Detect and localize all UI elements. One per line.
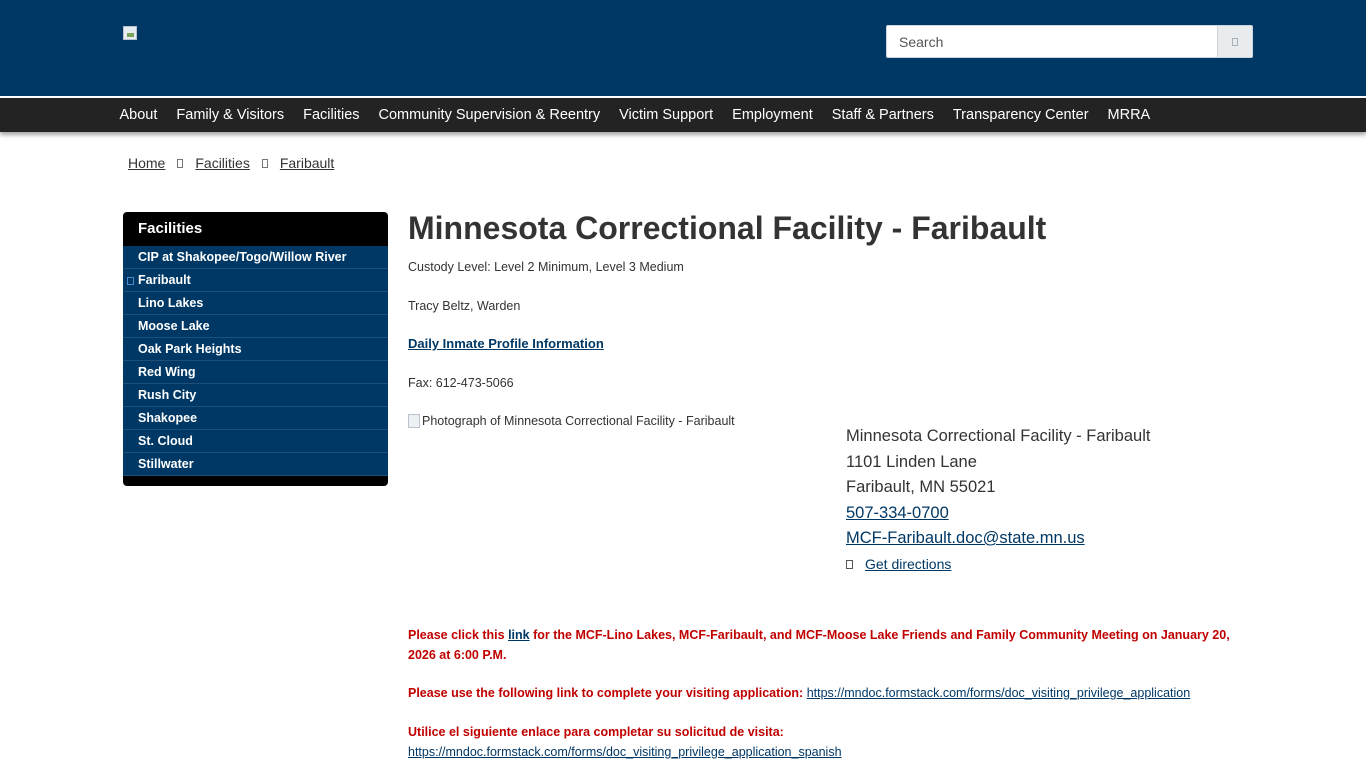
sidebar-item-lino-lakes[interactable]: Lino Lakes (123, 292, 388, 315)
directions-row: Get directions (846, 552, 1150, 578)
visiting-application-notice: Please use the following link to complet… (408, 683, 1248, 703)
facility-address: Minnesota Correctional Facility - Fariba… (846, 424, 1150, 577)
breadcrumb-facilities[interactable]: Facilities (195, 155, 249, 171)
warden-name: Tracy Beltz, Warden (408, 299, 521, 313)
visiting-application-link[interactable]: https://mndoc.formstack.com/forms/doc_vi… (807, 686, 1191, 700)
nav-item-mrra[interactable]: MRRA (1098, 98, 1160, 132)
meeting-notice: Please click this link for the MCF-Lino … (408, 625, 1248, 665)
breadcrumb-home[interactable]: Home (128, 155, 165, 171)
sidebar-item-oak-park-heights[interactable]: Oak Park Heights (123, 338, 388, 361)
nav-item-community-supervision[interactable]: Community Supervision & Reentry (369, 98, 610, 132)
sidebar-item-shakopee[interactable]: Shakopee (123, 407, 388, 430)
sidebar-item-red-wing[interactable]: Red Wing (123, 361, 388, 384)
fax-number: Fax: 612-473-5066 (408, 376, 514, 390)
search-input[interactable] (886, 25, 1218, 58)
profile-link-paragraph: Daily Inmate Profile Information (408, 336, 604, 351)
spanish-application-link[interactable]: https://mndoc.formstack.com/forms/doc_vi… (408, 745, 842, 759)
nav-item-about[interactable]: About (110, 98, 167, 132)
nav-item-facilities[interactable]: Facilities (294, 98, 369, 132)
breadcrumb-faribault[interactable]: Faribault (280, 155, 334, 171)
daily-inmate-profile-link[interactable]: Daily Inmate Profile Information (408, 336, 604, 351)
address-name: Minnesota Correctional Facility - Fariba… (846, 427, 1151, 445)
broken-image-icon (123, 26, 137, 40)
sidebar-item-rush-city[interactable]: Rush City (123, 384, 388, 407)
sidebar-item-faribault[interactable]: Faribault (123, 269, 388, 292)
sidebar-item-stillwater[interactable]: Stillwater (123, 453, 388, 476)
search-bar (886, 25, 1253, 59)
phone-link[interactable]: 507-334-0700 (846, 504, 949, 522)
notice3-text: Utilice el siguiente enlace para complet… (408, 725, 784, 739)
nav-item-employment[interactable]: Employment (723, 98, 823, 132)
page-title: Minnesota Correctional Facility - Fariba… (408, 210, 1047, 246)
facility-photo-alt: Photograph of Minnesota Correctional Fac… (422, 414, 735, 428)
nav-item-family-visitors[interactable]: Family & Visitors (167, 98, 294, 132)
address-street: 1101 Linden Lane (846, 452, 977, 471)
notice1-before: Please click this (408, 628, 509, 642)
custody-level: Custody Level: Level 2 Minimum, Level 3 … (408, 260, 684, 274)
breadcrumb: Home Facilities Faribault (128, 155, 334, 171)
spanish-application-notice: Utilice el siguiente enlace para complet… (408, 722, 842, 762)
email-link[interactable]: MCF-Faribault.doc@state.mn.us (846, 529, 1085, 547)
sidebar-item-st-cloud[interactable]: St. Cloud (123, 430, 388, 453)
search-icon (1232, 37, 1238, 46)
broken-image-icon (408, 414, 420, 428)
notice2-text: Please use the following link to complet… (408, 686, 807, 700)
map-marker-icon (846, 559, 853, 569)
sidebar-item-moose-lake[interactable]: Moose Lake (123, 315, 388, 338)
site-logo[interactable] (123, 26, 139, 42)
facility-photo: Photograph of Minnesota Correctional Fac… (408, 414, 735, 428)
search-button[interactable] (1217, 25, 1253, 58)
get-directions-link[interactable]: Get directions (865, 552, 951, 578)
nav-item-victim-support[interactable]: Victim Support (610, 98, 723, 132)
sidebar-title: Facilities (138, 220, 203, 237)
nav-item-transparency-center[interactable]: Transparency Center (943, 98, 1098, 132)
site-header (0, 0, 1366, 96)
nav-item-staff-partners[interactable]: Staff & Partners (822, 98, 943, 132)
facilities-sidebar: Facilities CIP at Shakopee/Togo/Willow R… (123, 212, 388, 486)
notice1-after: for the MCF-Lino Lakes, MCF-Faribault, a… (408, 628, 1230, 662)
sidebar-item-cip[interactable]: CIP at Shakopee/Togo/Willow River (123, 246, 388, 269)
main-nav: About Family & Visitors Facilities Commu… (0, 98, 1366, 132)
meeting-link[interactable]: link (508, 628, 530, 642)
chevron-right-icon (177, 158, 184, 168)
chevron-right-icon (261, 158, 268, 168)
address-city: Faribault, MN 55021 (846, 478, 996, 496)
